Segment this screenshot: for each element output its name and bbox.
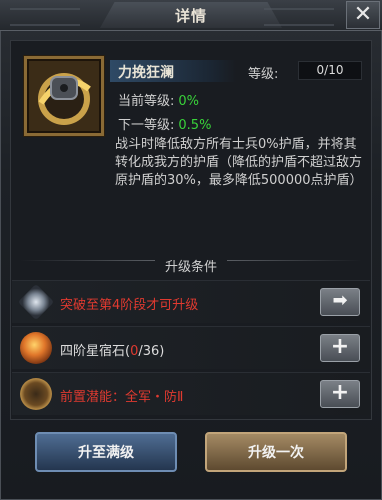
add-prerequisite-button[interactable]: +	[320, 380, 360, 408]
star-stone-label: 四阶星宿石(	[60, 344, 131, 359]
upgrade-once-button[interactable]: 升级一次	[205, 432, 347, 472]
condition-text: 突破至第4阶段才可升级	[60, 298, 199, 313]
next-level-value: 0.5%	[178, 118, 212, 133]
conditions-title: 升级条件	[154, 260, 227, 275]
condition-row-star-stone: 四阶星宿石(0/36) +	[12, 326, 370, 369]
close-button[interactable]: ✕	[346, 1, 380, 29]
window-title: 详情	[174, 7, 207, 25]
level-value: 0/10	[298, 61, 362, 80]
potential-badge-icon	[20, 378, 52, 410]
add-star-stone-button[interactable]: +	[320, 334, 360, 362]
condition-row-breakthrough: 突破至第4阶段才可升级 ➡	[12, 280, 370, 323]
current-level-row: 当前等级: 0%	[118, 90, 199, 109]
skill-description: 战斗时降低敌方所有士兵0%护盾，并将其转化成我方的护盾（降低的护盾不超过敌方原护…	[115, 137, 363, 188]
condition-text: 四阶星宿石(0/36)	[60, 340, 164, 359]
crystal-icon	[17, 283, 55, 321]
star-stone-required: /36)	[138, 344, 165, 359]
level-label: 等级:	[248, 67, 279, 82]
condition-row-prerequisite: 前置潜能：全军・防Ⅱ +	[12, 372, 370, 415]
go-arrow-button[interactable]: ➡	[320, 288, 360, 316]
next-level-row: 下一等级: 0.5%	[118, 114, 211, 133]
current-level-value: 0%	[178, 94, 200, 109]
current-level-label: 当前等级:	[118, 94, 175, 109]
skill-icon	[24, 56, 104, 136]
skill-name: 力挽狂澜	[118, 65, 174, 81]
upgrade-max-button[interactable]: 升至满级	[35, 432, 177, 472]
condition-text: 前置潜能：全军・防Ⅱ	[60, 390, 184, 405]
conditions-heading: 升级条件	[0, 256, 382, 275]
next-level-label: 下一等级:	[118, 118, 175, 133]
star-stone-icon	[20, 332, 52, 364]
